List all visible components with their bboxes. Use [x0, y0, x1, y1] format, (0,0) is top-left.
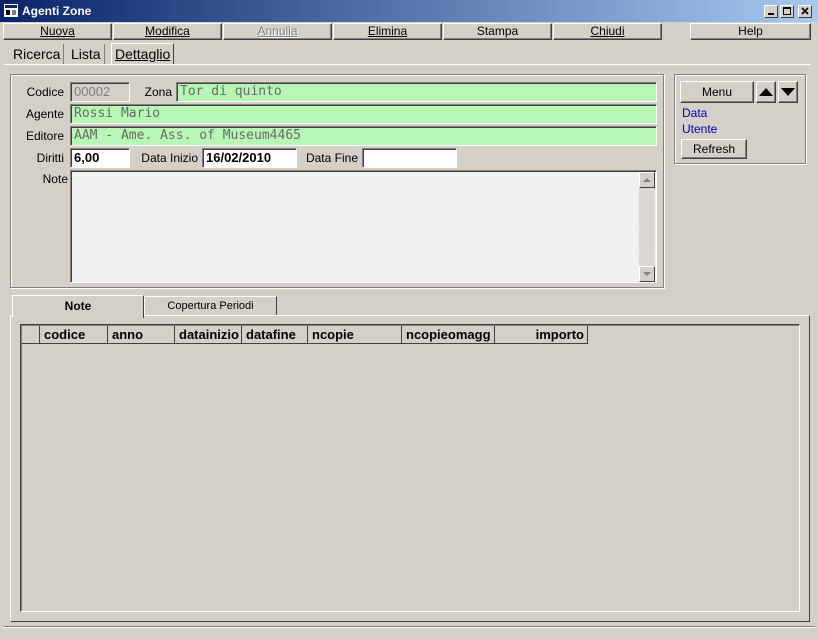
- prev-record-button[interactable]: [756, 81, 776, 103]
- col-header-codice[interactable]: codice: [40, 326, 108, 344]
- note-scrollbar[interactable]: [639, 172, 655, 282]
- tab-note[interactable]: Note: [12, 295, 144, 318]
- tab-divider: [4, 64, 811, 65]
- elimina-label: Elimina: [367, 24, 408, 38]
- stampa-button[interactable]: Stampa: [443, 23, 552, 40]
- note-textarea[interactable]: [70, 170, 657, 283]
- arrow-down-icon: [643, 272, 651, 276]
- triangle-up-icon: [759, 88, 773, 96]
- menu-button[interactable]: Menu: [680, 81, 754, 103]
- annulla-label: Annulla: [257, 24, 298, 38]
- title-bar: Agenti Zone: [0, 0, 818, 22]
- note-label: Note: [42, 172, 68, 186]
- elimina-button[interactable]: Elimina: [333, 23, 442, 40]
- nuova-label: Nuova: [40, 24, 75, 38]
- app-icon: [4, 4, 18, 17]
- maximize-button[interactable]: [780, 5, 794, 18]
- maximize-icon: [783, 7, 791, 15]
- col-header-ncopie[interactable]: ncopie: [308, 326, 402, 344]
- status-bar: [3, 626, 815, 638]
- help-button[interactable]: Help: [690, 23, 811, 40]
- editore-label: Editore: [25, 129, 64, 143]
- modifica-label: Modifica: [145, 24, 190, 38]
- scroll-up-button[interactable]: [639, 172, 655, 188]
- tab-lista[interactable]: Lista: [68, 44, 105, 64]
- help-label: Help: [738, 24, 763, 38]
- next-record-button[interactable]: [778, 81, 798, 103]
- col-header-datainizio[interactable]: datainizio: [175, 326, 242, 344]
- modifica-button[interactable]: Modifica: [113, 23, 222, 40]
- tab-copertura-periodi[interactable]: Copertura Periodi: [144, 296, 277, 316]
- main-tabs: Ricerca Lista Dettaglio: [4, 43, 179, 65]
- zona-label: Zona: [144, 85, 172, 99]
- codice-field[interactable]: 00002: [70, 82, 130, 102]
- window-title: Agenti Zone: [22, 4, 92, 18]
- col-header-ncopieomagg[interactable]: ncopieomagg: [402, 326, 495, 344]
- scroll-down-button[interactable]: [639, 266, 655, 282]
- close-button[interactable]: [798, 5, 812, 18]
- diritti-label: Diritti: [36, 151, 64, 165]
- tab-dettaglio[interactable]: Dettaglio: [111, 43, 175, 65]
- stampa-label: Stampa: [476, 24, 519, 38]
- grid-row-selector-header: [22, 326, 40, 344]
- col-header-anno[interactable]: anno: [108, 326, 175, 344]
- data-inizio-label: Data Inizio: [141, 151, 198, 165]
- minimize-icon: [768, 13, 774, 15]
- minimize-button[interactable]: [764, 5, 778, 18]
- diritti-field[interactable]: 6,00: [70, 148, 130, 168]
- close-icon: [801, 7, 809, 15]
- tab-ricerca[interactable]: Ricerca: [10, 44, 65, 64]
- refresh-button[interactable]: Refresh: [681, 139, 747, 159]
- data-inizio-field[interactable]: 16/02/2010: [202, 148, 297, 168]
- col-header-datafine[interactable]: datafine: [242, 326, 308, 344]
- col-header-importo[interactable]: importo: [495, 326, 588, 344]
- arrow-up-icon: [643, 178, 651, 182]
- agente-label: Agente: [25, 107, 64, 121]
- codice-label: Codice: [26, 85, 64, 99]
- triangle-down-icon: [781, 88, 795, 96]
- chiudi-label: Chiudi: [590, 24, 625, 38]
- data-grid[interactable]: [20, 324, 800, 612]
- data-fine-label: Data Fine: [305, 151, 358, 165]
- nuova-button[interactable]: Nuova: [3, 23, 112, 40]
- data-fine-field[interactable]: [362, 148, 457, 168]
- chiudi-button[interactable]: Chiudi: [553, 23, 662, 40]
- zona-field[interactable]: Tor di quinto: [176, 82, 657, 102]
- data-label: Data: [682, 106, 708, 120]
- agente-field[interactable]: Rossi Mario: [70, 104, 657, 124]
- editore-field[interactable]: AAM - Ame. Ass. of Museum4465: [70, 126, 657, 146]
- utente-label: Utente: [682, 122, 718, 136]
- annulla-button[interactable]: Annulla: [223, 23, 332, 40]
